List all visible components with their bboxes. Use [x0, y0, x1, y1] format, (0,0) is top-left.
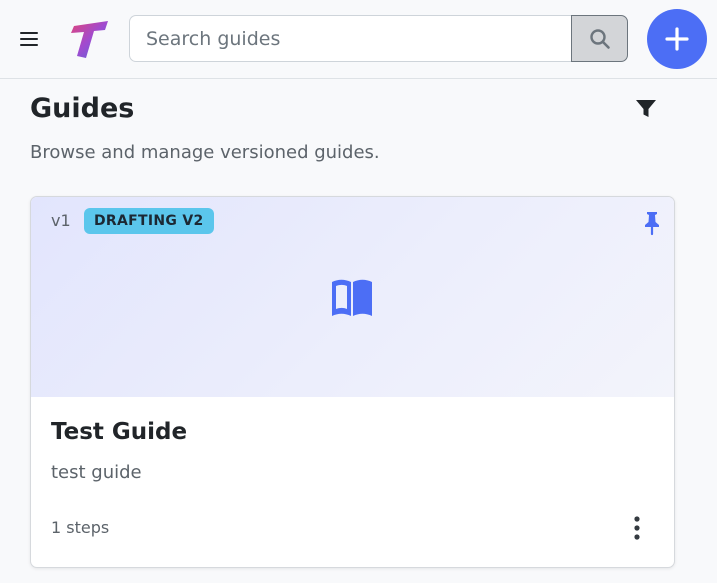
guide-title[interactable]: Test Guide	[51, 416, 187, 448]
search-button[interactable]	[571, 15, 628, 62]
top-navbar	[0, 0, 717, 79]
guide-card[interactable]: v1 DRAFTING V2 Test Guide test guide 1 s…	[30, 196, 675, 568]
guide-description: test guide	[51, 462, 142, 483]
more-options-button[interactable]	[623, 513, 651, 543]
status-badge: DRAFTING V2	[84, 208, 214, 234]
search-icon	[589, 28, 610, 49]
guide-card-cover: v1 DRAFTING V2	[31, 197, 674, 397]
app-logo[interactable]	[68, 20, 110, 60]
plus-icon	[665, 27, 689, 51]
search-bar	[129, 15, 628, 62]
filter-button[interactable]	[632, 96, 660, 122]
pin-icon[interactable]	[641, 210, 663, 236]
filter-icon	[636, 100, 656, 117]
steps-count: 1 steps	[51, 518, 110, 537]
search-input[interactable]	[129, 15, 571, 62]
version-label: v1	[51, 211, 71, 230]
page-subtitle: Browse and manage versioned guides.	[30, 142, 380, 163]
add-guide-button[interactable]	[647, 9, 707, 69]
more-vertical-icon	[634, 516, 640, 540]
open-book-icon	[329, 277, 375, 319]
hamburger-menu-icon[interactable]	[18, 28, 40, 50]
page-title: Guides	[30, 93, 135, 124]
